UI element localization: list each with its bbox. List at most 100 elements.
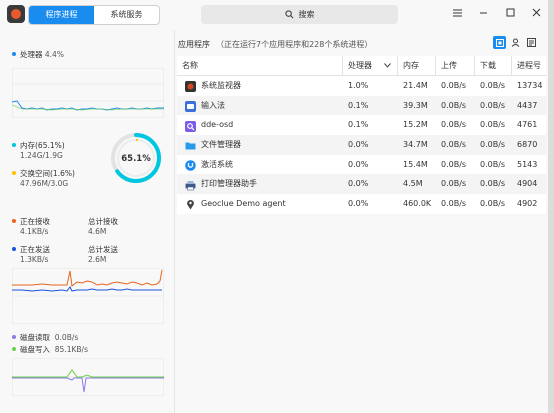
download-cell: 0.0B/s <box>480 81 506 90</box>
receive-value: 4.1KB/s <box>20 227 49 236</box>
close-icon <box>532 8 540 17</box>
column-header-upload[interactable]: 上传 <box>436 56 475 76</box>
table-row[interactable]: 激活系统 0.0% 15.4M 0.0B/s 0.0B/s 5143 <box>177 155 546 175</box>
disk-write-legend-dot <box>12 347 16 351</box>
memory-gauge: 65.1% <box>111 133 161 183</box>
menu-icon <box>452 9 462 17</box>
disk-read-line <box>12 377 164 393</box>
upload-cell: 0.0B/s <box>441 179 467 189</box>
activation-icon <box>185 159 196 171</box>
memory-cell: 15.2M <box>403 120 428 130</box>
tab-bar: 程序进程 系统服务 <box>28 5 160 25</box>
column-header-pid[interactable]: 进程号 <box>512 56 546 76</box>
total-send-label: 总计发送 <box>88 245 118 254</box>
download-cell: 0.0B/s <box>480 140 506 150</box>
user-view-button[interactable] <box>509 36 522 49</box>
all-view-icon <box>527 38 536 47</box>
memory-cell: 34.7M <box>403 140 428 150</box>
cpu-cell: 0.0% <box>348 199 369 209</box>
table-row[interactable]: 打印管理器助手 0.0% 4.5M 0.0B/s 0.0B/s 4904 <box>177 174 546 195</box>
process-name: 打印管理器助手 <box>201 179 257 189</box>
download-cell: 0.0B/s <box>480 159 506 169</box>
memory-label: 内存(65.1%) <box>20 141 65 150</box>
table-row[interactable]: dde-osd 0.1% 15.2M 0.0B/s 0.0B/s 4761 <box>177 115 546 135</box>
tab-services[interactable]: 系统服务 <box>94 6 159 24</box>
memory-cell: 15.4M <box>403 159 428 169</box>
table-body: 系统监视器 1.0% 21.4M 0.0B/s 0.0B/s 13734 输入法… <box>177 76 546 214</box>
panel-header: 应用程序 （正在运行7个应用程序和228个系统进程） <box>178 39 372 50</box>
upload-cell: 0.0B/s <box>441 100 467 110</box>
memory-cell: 21.4M <box>403 81 428 90</box>
user-view-icon <box>511 38 520 47</box>
cpu-cell: 1.0% <box>348 81 369 90</box>
pid-cell: 6870 <box>517 140 538 150</box>
minimize-icon <box>479 12 487 14</box>
swap-label: 交换空间(1.6%) <box>20 169 75 178</box>
process-name-cell: 文件管理器 <box>177 135 343 155</box>
cpu-cell: 0.1% <box>348 120 369 130</box>
pid-cell: 5143 <box>517 159 538 169</box>
resource-sidebar: 处理器 4.4% 内存(65.1%) 1.24G/1.9G 交换空间(1.6%)… <box>0 30 170 413</box>
disk-read-legend-dot <box>12 335 16 339</box>
total-send-value: 2.6M <box>88 255 107 264</box>
process-name-cell: Geoclue Demo agent <box>177 194 343 214</box>
column-header-memory[interactable]: 内存 <box>398 56 436 76</box>
process-table: 名称 处理器 内存 上传 下载 进程号 系统监视器 1.0% 21.4M 0.0… <box>177 56 546 214</box>
upload-cell: 0.0B/s <box>441 159 467 169</box>
sort-chevron-down-icon <box>384 63 391 68</box>
osd-icon <box>185 120 196 132</box>
receive-label: 正在接收 <box>20 217 50 226</box>
process-name-cell: dde-osd <box>177 115 343 135</box>
memory-legend-dot <box>12 143 16 147</box>
table-row[interactable]: 文件管理器 0.0% 34.7M 0.0B/s 0.0B/s 6870 <box>177 135 546 155</box>
pid-cell: 4437 <box>517 100 538 110</box>
search-input[interactable]: 搜索 <box>201 5 398 24</box>
tab-processes[interactable]: 程序进程 <box>29 6 94 24</box>
folder-icon <box>185 139 196 150</box>
download-cell: 0.0B/s <box>480 100 506 110</box>
receive-legend-dot <box>12 219 16 223</box>
network-chart <box>12 268 164 324</box>
table-row[interactable]: Geoclue Demo agent 0.0% 460.0K 0.0B/s 0.… <box>177 194 546 214</box>
menu-button[interactable] <box>450 8 464 22</box>
column-header-download[interactable]: 下载 <box>475 56 512 76</box>
memory-cell: 4.5M <box>403 179 423 189</box>
maximize-button[interactable] <box>503 8 517 22</box>
send-line <box>12 286 162 292</box>
search-placeholder: 搜索 <box>298 10 315 19</box>
process-name: dde-osd <box>201 120 234 130</box>
system-monitor-logo-icon <box>7 5 25 23</box>
swap-value: 47.96M/3.0G <box>20 179 69 188</box>
panel-subtitle: （正在运行7个应用程序和228个系统进程） <box>216 40 373 49</box>
receive-line <box>12 269 163 287</box>
send-legend-dot <box>12 247 16 251</box>
column-header-cpu[interactable]: 处理器 <box>343 56 398 76</box>
minimize-button[interactable] <box>476 8 490 22</box>
table-row[interactable]: 输入法 0.1% 39.3M 0.0B/s 0.0B/s 4437 <box>177 95 546 116</box>
total-receive-value: 4.6M <box>88 227 107 236</box>
app-view-button[interactable] <box>493 36 506 49</box>
close-button[interactable] <box>529 8 543 22</box>
table-row[interactable]: 系统监视器 1.0% 21.4M 0.0B/s 0.0B/s 13734 <box>177 76 546 96</box>
disk-read-label: 磁盘读取 0.0B/s <box>20 333 79 342</box>
cpu-chart <box>12 68 164 118</box>
process-name-cell: 打印管理器助手 <box>177 174 343 194</box>
column-header-name[interactable]: 名称 <box>177 56 343 76</box>
upload-cell: 0.0B/s <box>441 81 467 90</box>
download-cell: 0.0B/s <box>480 199 506 209</box>
panel-title: 应用程序 <box>178 40 210 49</box>
upload-cell: 0.0B/s <box>441 140 467 150</box>
total-receive-label: 总计接收 <box>88 217 118 226</box>
disk-write-label: 磁盘写入 85.1KB/s <box>20 345 88 354</box>
memory-gauge-text: 65.1% <box>121 154 151 164</box>
cpu-cell: 0.0% <box>348 159 369 169</box>
cpu-cell: 0.1% <box>348 100 369 110</box>
system-monitor-icon <box>185 80 196 93</box>
disk-chart <box>12 358 164 396</box>
app-view-icon <box>495 38 504 47</box>
all-view-button[interactable] <box>525 36 538 49</box>
location-pin-icon <box>185 198 196 210</box>
process-panel: 应用程序 （正在运行7个应用程序和228个系统进程） 名称 处理器 内存 上传 <box>176 30 548 413</box>
keyboard-icon <box>185 100 196 113</box>
view-switcher <box>493 36 538 49</box>
